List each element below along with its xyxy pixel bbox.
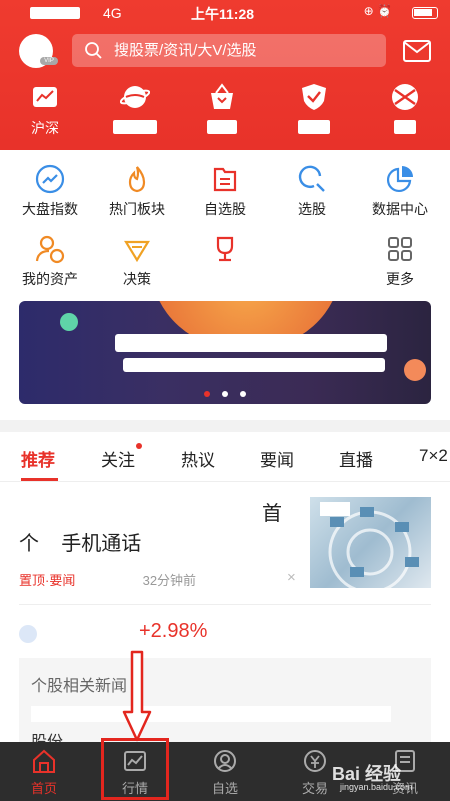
shield-check-icon <box>302 84 326 110</box>
grid-item-decision[interactable]: 决策 <box>97 234 177 289</box>
header: 4G 上午11:28 ⊕ ⏰ VIP 搜股票/资讯/大V/选股 沪深 <box>0 0 450 150</box>
index-trend-icon <box>35 164 65 194</box>
grid-item-label: 自选股 <box>204 201 246 217</box>
tab-7x24[interactable]: 7×2 <box>419 446 448 466</box>
document-icon <box>213 167 237 192</box>
news-meta: 置顶·要闻 32分钟前 <box>19 570 196 589</box>
planet-icon <box>120 86 150 108</box>
pager-dot[interactable] <box>240 391 246 397</box>
battery-icon <box>412 7 438 19</box>
grid-item-my-assets[interactable]: 我的资产 <box>10 234 90 289</box>
top-nav-item-hushen[interactable]: 沪深 <box>13 82 77 136</box>
top-nav-item-3[interactable] <box>190 82 254 136</box>
annotation-highlight-box <box>101 738 169 800</box>
search-input[interactable]: 搜股票/资讯/大V/选股 <box>72 34 386 67</box>
pager-dot[interactable] <box>222 391 228 397</box>
trade-yen-icon <box>304 750 326 772</box>
chart-trend-icon <box>33 87 57 107</box>
home-icon <box>33 749 55 773</box>
close-icon[interactable]: × <box>287 569 296 586</box>
avatar[interactable]: VIP <box>19 34 58 68</box>
grid-more-icon <box>388 237 412 261</box>
feed-tabs: 推荐 关注 热议 要闻 直播 7×2 <box>0 432 450 482</box>
grid-item-watchlist[interactable]: 自选股 <box>185 164 265 219</box>
grid-item-data-center[interactable]: 数据中心 <box>360 164 440 219</box>
grid-item-more[interactable]: 更多 <box>360 234 440 289</box>
grid-item-label: 我的资产 <box>22 271 78 287</box>
grid-item-label: 数据中心 <box>372 201 428 217</box>
pie-chart-icon <box>386 166 413 193</box>
unread-dot <box>136 443 142 449</box>
news-title-line2: 个 手机通话 <box>19 533 142 555</box>
self-select-icon <box>214 750 236 772</box>
tab-hot-discussion[interactable]: 热议 <box>181 446 215 471</box>
mail-icon[interactable] <box>403 40 431 62</box>
stock-change: +2.98% <box>139 620 208 642</box>
tab-recommend[interactable]: 推荐 <box>21 446 55 471</box>
grid-item-hot-sectors[interactable]: 热门板块 <box>97 164 177 219</box>
flame-icon <box>128 166 146 193</box>
vip-badge: VIP <box>40 57 58 65</box>
grid-item-8[interactable] <box>185 234 265 269</box>
top-nav: 沪深 <box>0 82 450 142</box>
news-time: 32分钟前 <box>142 573 197 588</box>
tab-headlines[interactable]: 要闻 <box>260 446 294 471</box>
related-news-title: 个股相关新闻 <box>31 678 128 695</box>
tabbar-label: 自选 <box>211 781 238 796</box>
banner-text-redacted <box>123 358 385 372</box>
label-redacted <box>394 120 416 135</box>
tab-live[interactable]: 直播 <box>339 446 373 471</box>
watermark-url: jingyan.baidu.com <box>340 782 413 792</box>
grid-item-label: 大盘指数 <box>22 201 78 217</box>
top-nav-item-4[interactable] <box>282 82 346 136</box>
pager-dot[interactable] <box>204 391 210 397</box>
stock-name-redacted <box>49 626 135 640</box>
related-news-card[interactable]: 个股相关新闻 股份 <box>19 658 431 751</box>
grid-item-index[interactable]: 大盘指数 <box>10 164 90 219</box>
banner-pager <box>0 384 450 402</box>
label-redacted <box>113 120 157 135</box>
status-time: 上午11:28 <box>191 6 255 22</box>
quick-grid: 大盘指数 热门板块 自选股 选股 数据中心 我的资产 决策 更多 <box>0 150 450 292</box>
news-feed: 首 个 手机通话 置顶·要闻 32分钟前 × +2.98% 个股相关新闻 <box>0 482 450 751</box>
basket-icon <box>211 83 233 109</box>
alarm-lock-icons: ⊕ ⏰ <box>363 4 392 18</box>
network-type: 4G <box>103 5 122 21</box>
grid-item-label: 更多 <box>386 271 414 287</box>
news-item[interactable]: 首 个 手机通话 置顶·要闻 32分钟前 × <box>0 482 450 602</box>
tabbar-watchlist[interactable]: 自选 <box>190 748 260 797</box>
trophy-icon <box>216 236 234 262</box>
person-coin-icon <box>35 235 65 264</box>
grid-item-label: 选股 <box>298 201 326 217</box>
grid-item-label: 热门板块 <box>109 201 165 217</box>
magnifier-icon <box>298 165 325 192</box>
grid-item-label: 决策 <box>123 271 151 287</box>
search-icon <box>85 42 102 59</box>
annotation-arrow <box>122 650 152 742</box>
tabbar-label: 首页 <box>30 781 57 796</box>
news-title-line1: 首 <box>262 503 282 525</box>
news-thumbnail <box>310 497 431 588</box>
carrier-redacted <box>30 7 80 19</box>
related-news-redacted <box>31 706 391 722</box>
label-redacted <box>207 120 237 135</box>
diamond-icon <box>124 240 150 263</box>
search-placeholder: 搜股票/资讯/大V/选股 <box>114 42 257 59</box>
active-tab-indicator <box>21 478 58 481</box>
trend-icon <box>19 625 37 643</box>
top-nav-label: 沪深 <box>31 120 59 136</box>
banner-section <box>0 292 450 420</box>
banner-text-redacted <box>115 334 387 352</box>
top-nav-item-2[interactable] <box>103 82 167 136</box>
tabbar-home[interactable]: 首页 <box>9 748 79 797</box>
news-tag: 置顶·要闻 <box>19 573 76 588</box>
status-bar: 4G 上午11:28 ⊕ ⏰ <box>0 0 450 26</box>
grid-item-stock-picker[interactable]: 选股 <box>272 164 352 219</box>
tab-follow[interactable]: 关注 <box>101 443 142 471</box>
label-redacted <box>298 120 330 135</box>
globe-icon <box>392 84 418 110</box>
top-nav-item-5[interactable] <box>373 82 437 136</box>
